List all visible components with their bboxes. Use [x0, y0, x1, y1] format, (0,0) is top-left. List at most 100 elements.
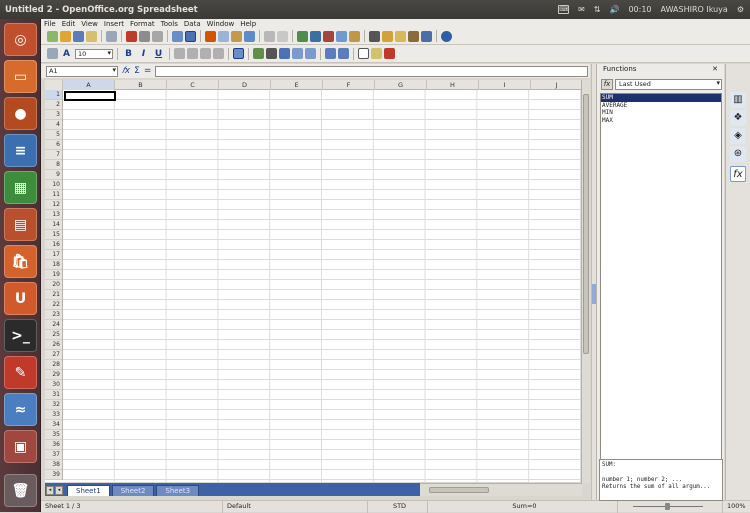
user-name[interactable]: AWASHIRO Ikuya — [661, 5, 728, 14]
open-icon[interactable] — [60, 30, 71, 42]
copy-icon[interactable] — [218, 30, 229, 42]
column-header-f[interactable]: F — [323, 80, 375, 90]
increase-indent-icon[interactable] — [338, 48, 349, 59]
navigator-icon[interactable] — [382, 30, 393, 42]
currency-icon[interactable] — [253, 48, 264, 59]
delete-decimal-icon[interactable] — [305, 48, 316, 59]
vertical-scrollbar[interactable] — [581, 80, 590, 483]
row-header[interactable]: 28 — [45, 360, 62, 370]
gallery-icon[interactable] — [395, 30, 406, 42]
help-icon[interactable] — [441, 30, 452, 42]
undo-icon[interactable] — [264, 30, 275, 42]
navigator-side-icon[interactable]: ⊛ — [730, 146, 746, 162]
calc-icon[interactable]: ▦ — [4, 171, 37, 204]
clock[interactable]: 00:10 — [628, 5, 651, 14]
row-header[interactable]: 19 — [45, 270, 62, 280]
row-header[interactable]: 35 — [45, 430, 62, 440]
close-icon[interactable]: ✕ — [712, 64, 718, 75]
power-icon[interactable]: ⚙ — [737, 5, 744, 14]
functions-side-icon[interactable]: fx — [730, 166, 746, 182]
menu-view[interactable]: View — [78, 20, 101, 28]
row-header[interactable]: 2 — [45, 100, 62, 110]
column-header-e[interactable]: E — [271, 80, 323, 90]
horizontal-scrollbar[interactable] — [420, 483, 582, 496]
dash-home-icon[interactable]: ◎ — [4, 23, 37, 56]
menu-format[interactable]: Format — [127, 20, 158, 28]
menu-help[interactable]: Help — [237, 20, 259, 28]
row-header[interactable]: 7 — [45, 150, 62, 160]
row-header[interactable]: 12 — [45, 200, 62, 210]
row-header[interactable]: 23 — [45, 310, 62, 320]
row-header[interactable]: 36 — [45, 440, 62, 450]
writer-icon[interactable]: ≡ — [4, 134, 37, 167]
row-header[interactable]: 32 — [45, 400, 62, 410]
openoffice-icon[interactable]: ≈ — [4, 393, 37, 426]
list-item[interactable]: MAX — [601, 117, 721, 125]
column-header-j[interactable]: J — [531, 80, 581, 90]
row-header[interactable]: 10 — [45, 180, 62, 190]
cell-area[interactable] — [63, 90, 581, 482]
draw-functions-icon[interactable] — [349, 30, 360, 42]
list-item[interactable]: AVERAGE — [601, 102, 721, 110]
menu-tools[interactable]: Tools — [158, 20, 181, 28]
hyperlink-icon[interactable] — [297, 30, 308, 42]
justify-icon[interactable] — [213, 48, 224, 59]
row-header[interactable]: 31 — [45, 390, 62, 400]
prev-sheet-icon[interactable]: ◂ — [55, 485, 63, 495]
row-header[interactable]: 6 — [45, 140, 62, 150]
align-left-icon[interactable] — [174, 48, 185, 59]
merge-cells-icon[interactable] — [233, 48, 244, 59]
cut-icon[interactable] — [205, 30, 216, 42]
menu-edit[interactable]: Edit — [59, 20, 79, 28]
menu-file[interactable]: File — [41, 20, 59, 28]
row-header[interactable]: 13 — [45, 210, 62, 220]
find-replace-icon[interactable] — [369, 30, 380, 42]
row-header[interactable]: 30 — [45, 380, 62, 390]
spreadsheet-grid[interactable]: A B C D E F G H I J 1 2 3 4 5 6 7 8 9 10 11 12 13 14 1… — [45, 80, 581, 482]
ubuntu-one-icon[interactable]: U — [4, 282, 37, 315]
keyboard-icon[interactable]: ⌨ — [558, 5, 570, 14]
firefox-icon[interactable]: ● — [4, 97, 37, 130]
workspace-switcher-icon[interactable]: ▣ — [4, 430, 37, 463]
export-pdf-icon[interactable] — [126, 30, 137, 42]
menu-insert[interactable]: Insert — [101, 20, 127, 28]
data-sources-icon[interactable] — [408, 30, 419, 42]
sort-ascending-icon[interactable] — [310, 30, 321, 42]
row-header[interactable]: 14 — [45, 220, 62, 230]
row-header[interactable]: 9 — [45, 170, 62, 180]
row-header[interactable]: 25 — [45, 330, 62, 340]
column-header-b[interactable]: B — [115, 80, 167, 90]
sort-descending-icon[interactable] — [323, 30, 334, 42]
tab-sheet1[interactable]: Sheet1 — [67, 485, 110, 496]
row-header[interactable]: 24 — [45, 320, 62, 330]
row-header[interactable]: 16 — [45, 240, 62, 250]
first-sheet-icon[interactable]: ◂ — [46, 485, 54, 495]
percent-icon[interactable] — [266, 48, 277, 59]
bold-icon[interactable]: B — [122, 49, 135, 59]
column-header-c[interactable]: C — [167, 80, 219, 90]
font-size-select[interactable]: 10 — [75, 48, 113, 59]
selection-mode[interactable]: STD — [368, 500, 428, 513]
column-header-i[interactable]: I — [479, 80, 531, 90]
align-center-icon[interactable] — [187, 48, 198, 59]
menu-data[interactable]: Data — [181, 20, 204, 28]
row-header[interactable]: 26 — [45, 340, 62, 350]
row-header[interactable]: 8 — [45, 160, 62, 170]
sum-icon[interactable]: Σ — [134, 66, 140, 76]
tab-sheet2[interactable]: Sheet2 — [111, 485, 155, 496]
email-icon[interactable] — [86, 30, 97, 42]
row-header[interactable]: 22 — [45, 300, 62, 310]
files-icon[interactable]: ▭ — [4, 60, 37, 93]
software-center-icon[interactable]: 🛍 — [4, 245, 37, 278]
column-header-g[interactable]: G — [375, 80, 427, 90]
edit-file-icon[interactable] — [106, 30, 117, 42]
category-select[interactable]: Last Used — [615, 79, 722, 90]
row-header[interactable]: 1 — [45, 90, 62, 100]
list-item[interactable]: MIN — [601, 109, 721, 117]
clone-formatting-icon[interactable] — [244, 30, 255, 42]
borders-icon[interactable] — [358, 48, 369, 59]
standard-format-icon[interactable] — [279, 48, 290, 59]
properties-icon[interactable]: ▥ — [730, 92, 746, 108]
row-header[interactable]: 39 — [45, 470, 62, 480]
save-icon[interactable] — [73, 30, 84, 42]
